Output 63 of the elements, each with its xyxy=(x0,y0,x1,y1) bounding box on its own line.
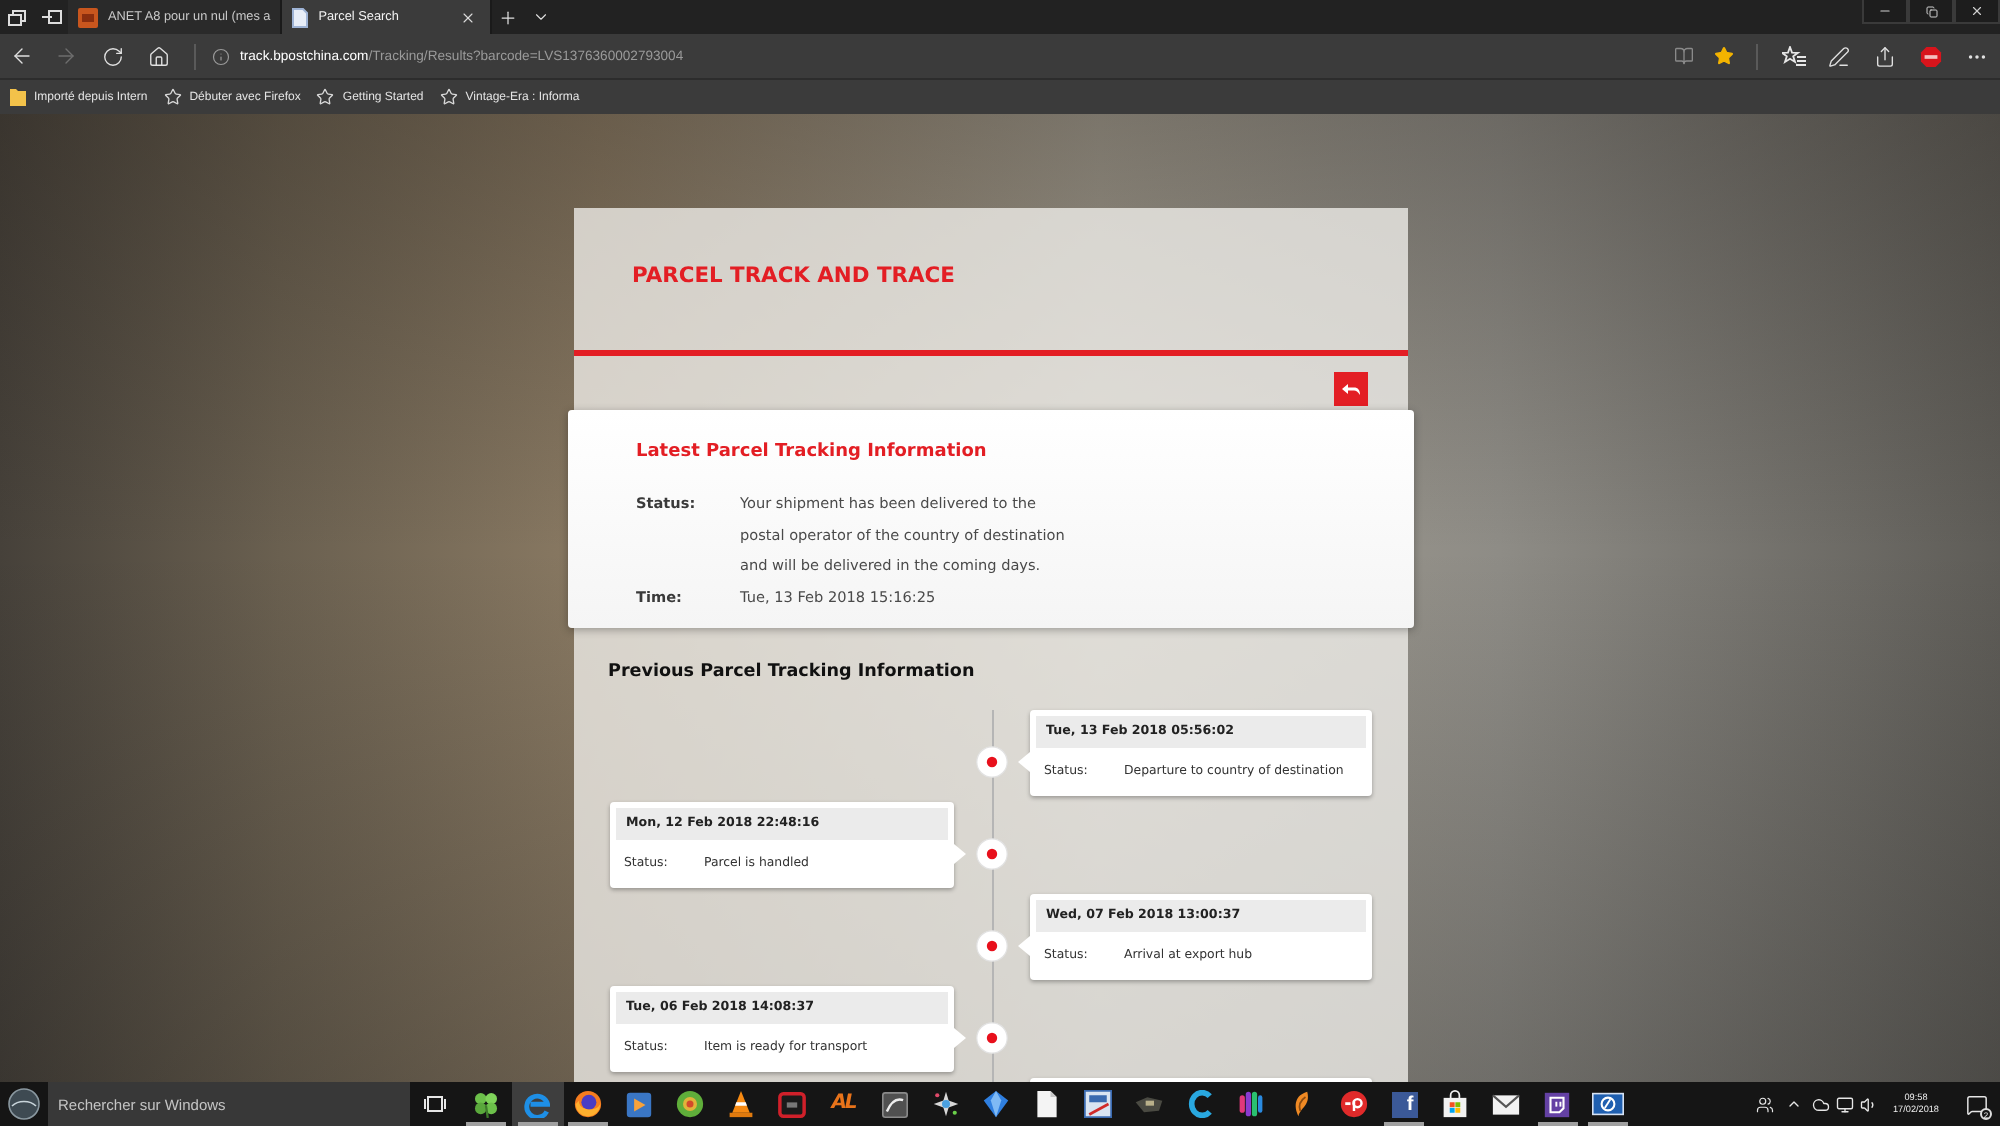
section-heading: Latest Parcel Tracking Information xyxy=(636,442,989,464)
restore-icon xyxy=(1925,5,1937,17)
clover-icon xyxy=(472,1090,501,1118)
folder-icon xyxy=(10,88,26,106)
play-tile-icon xyxy=(626,1091,653,1117)
star-icon xyxy=(163,88,182,106)
chevron-up-icon xyxy=(1786,1096,1802,1112)
minimize-icon xyxy=(1878,4,1892,18)
star-icon xyxy=(316,88,335,106)
page-title: PARCEL TRACK AND TRACE xyxy=(632,262,957,288)
target-icon xyxy=(676,1090,705,1118)
home-icon xyxy=(148,45,170,67)
framed-screen-icon xyxy=(778,1091,807,1117)
timeline-marker-icon xyxy=(976,838,1008,870)
book-icon xyxy=(1674,46,1694,66)
close-icon xyxy=(460,9,477,25)
e-arc-icon xyxy=(524,1091,551,1117)
star-list-icon xyxy=(1781,46,1805,66)
notification-icon xyxy=(1965,1093,1987,1115)
ring-tile-icon xyxy=(1592,1092,1625,1116)
document-icon xyxy=(1036,1090,1059,1118)
return-arrow-icon xyxy=(1342,383,1360,395)
globe-icon xyxy=(574,1090,603,1118)
gem-icon xyxy=(982,1090,1011,1118)
section-heading: Previous Parcel Tracking Information xyxy=(608,662,977,684)
color-bars-icon xyxy=(1238,1090,1265,1118)
chevron-down-icon xyxy=(531,8,550,26)
info-icon xyxy=(212,47,230,65)
pen-icon xyxy=(1828,45,1850,67)
picture-icon xyxy=(1084,1090,1113,1118)
back-button[interactable] xyxy=(1334,372,1368,406)
task-view-icon xyxy=(424,1096,447,1112)
monitor-icon xyxy=(1835,1095,1853,1113)
back-arrow-icon xyxy=(10,44,34,68)
close-window-button[interactable] xyxy=(1954,0,2000,24)
forward-arrow-icon xyxy=(54,44,78,68)
cloud-icon xyxy=(1811,1095,1829,1113)
timeline-marker-icon xyxy=(976,1022,1008,1054)
splash-icon xyxy=(931,1090,960,1118)
c-arc-icon xyxy=(1187,1090,1214,1118)
stop-sign-icon xyxy=(1920,45,1942,67)
traffic-cone-icon xyxy=(728,1090,755,1118)
plus-icon xyxy=(498,7,519,27)
gadget-icon xyxy=(1134,1092,1165,1116)
people-icon xyxy=(1755,1095,1773,1113)
close-icon xyxy=(1970,4,1984,18)
swoosh-tile-icon xyxy=(881,1091,908,1117)
mail-icon xyxy=(1492,1093,1521,1115)
square-favicon-icon xyxy=(78,7,98,27)
taskbar-app-button[interactable]: AL xyxy=(818,1082,869,1126)
speaker-icon xyxy=(1859,1095,1877,1113)
restore-button[interactable] xyxy=(1908,0,1954,24)
page-icon xyxy=(292,7,309,27)
round-badge-icon xyxy=(1339,1090,1368,1118)
timeline-marker-icon xyxy=(976,930,1008,962)
refresh-icon xyxy=(101,45,123,67)
chat-tile-icon xyxy=(1544,1091,1571,1117)
timeline-marker-icon xyxy=(976,746,1008,778)
stacked-windows-icon xyxy=(8,9,26,25)
orb-icon xyxy=(8,1088,40,1120)
share-icon xyxy=(1874,45,1896,67)
star-icon xyxy=(439,88,458,106)
shopping-bag-icon xyxy=(1442,1090,1469,1118)
